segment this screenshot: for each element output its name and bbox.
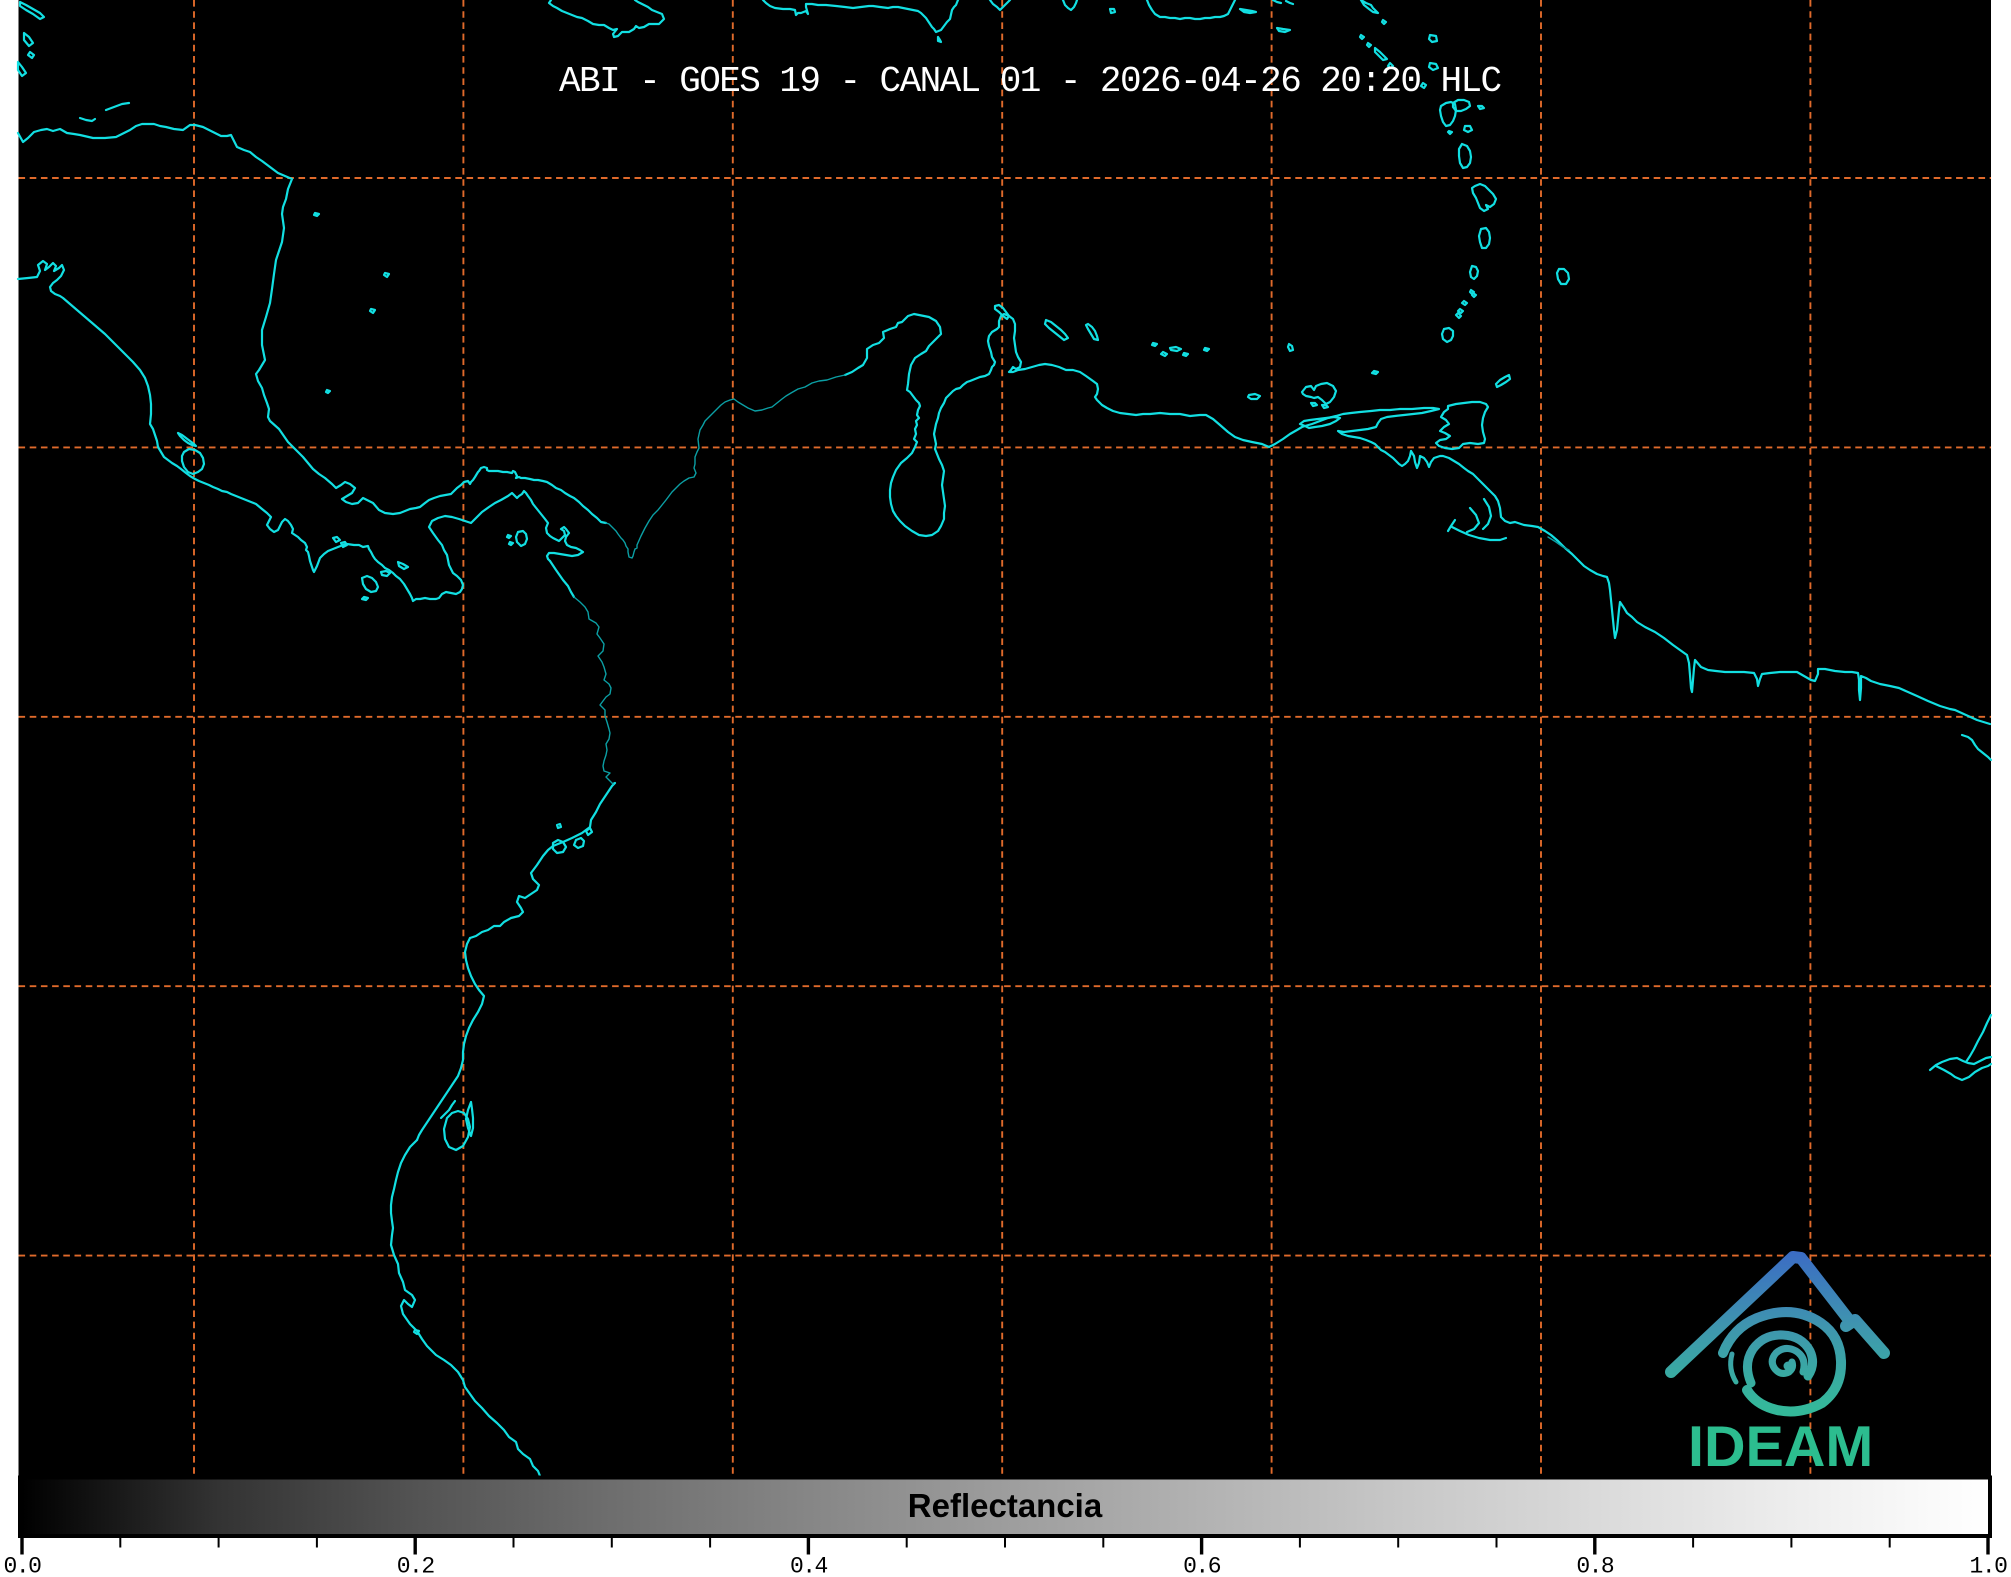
svg-text:0.2: 0.2: [397, 1554, 435, 1577]
svg-text:0.8: 0.8: [1576, 1554, 1614, 1577]
svg-text:IDEAM: IDEAM: [1688, 1415, 1873, 1479]
svg-text:0.6: 0.6: [1183, 1554, 1221, 1577]
svg-text:0.0: 0.0: [4, 1554, 42, 1577]
svg-text:0.4: 0.4: [790, 1554, 828, 1577]
svg-text:Reflectancia: Reflectancia: [908, 1487, 1103, 1524]
svg-text:ABI - GOES 19 - CANAL 01 - 202: ABI - GOES 19 - CANAL 01 - 2026-04-26 20…: [559, 61, 1502, 102]
svg-text:1.0: 1.0: [1970, 1554, 2008, 1577]
